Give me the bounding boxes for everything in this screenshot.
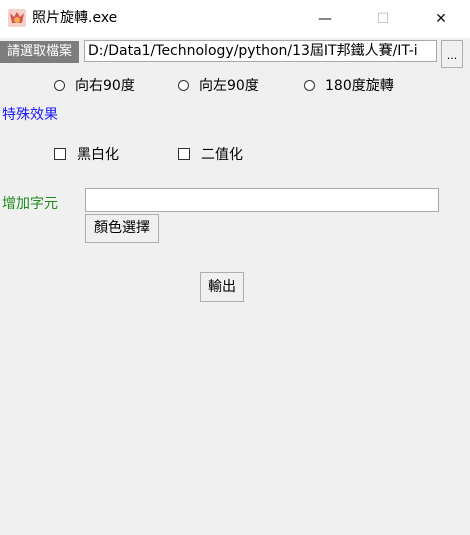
minimize-icon: —: [318, 11, 332, 27]
checkbox-icon[interactable]: [54, 148, 66, 160]
radio-label: 向右90度: [75, 78, 135, 94]
color-picker-button[interactable]: 顏色選擇: [85, 214, 159, 243]
radio-circle-icon[interactable]: [304, 79, 315, 91]
rotate-right-90-radio[interactable]: 向右90度: [54, 76, 135, 94]
add-text-input[interactable]: [85, 188, 439, 212]
radio-label: 180度旋轉: [325, 78, 394, 94]
app-icon: [8, 9, 26, 27]
maximize-icon: ☐: [376, 11, 390, 27]
file-path-field[interactable]: D:/Data1/Technology/python/13屆IT邦鐵人賽/IT-…: [84, 40, 437, 62]
special-effects-heading: 特殊效果: [2, 107, 58, 123]
browse-button[interactable]: ...: [441, 40, 463, 68]
checkbox-label: 二值化: [201, 147, 243, 163]
minimize-button[interactable]: —: [302, 0, 348, 38]
checkbox-label: 黑白化: [77, 147, 119, 163]
checkbox-icon[interactable]: [178, 148, 190, 160]
rotate-left-90-radio[interactable]: 向左90度: [178, 76, 259, 94]
radio-circle-icon[interactable]: [178, 79, 189, 91]
close-button[interactable]: ✕: [418, 0, 464, 38]
add-text-label: 增加字元: [2, 196, 58, 212]
rotate-180-radio[interactable]: 180度旋轉: [304, 76, 394, 94]
window-title: 照片旋轉.exe: [32, 10, 118, 26]
binarize-checkbox[interactable]: 二值化: [178, 145, 243, 163]
output-button[interactable]: 輸出: [200, 272, 244, 302]
radio-circle-icon[interactable]: [54, 79, 65, 91]
close-icon: ✕: [435, 11, 447, 27]
grayscale-checkbox[interactable]: 黑白化: [54, 145, 119, 163]
select-file-label: 請選取檔案: [0, 41, 79, 63]
title-bar: 照片旋轉.exe — ☐ ✕: [0, 0, 470, 38]
maximize-button[interactable]: ☐: [360, 0, 406, 38]
radio-label: 向左90度: [199, 78, 259, 94]
